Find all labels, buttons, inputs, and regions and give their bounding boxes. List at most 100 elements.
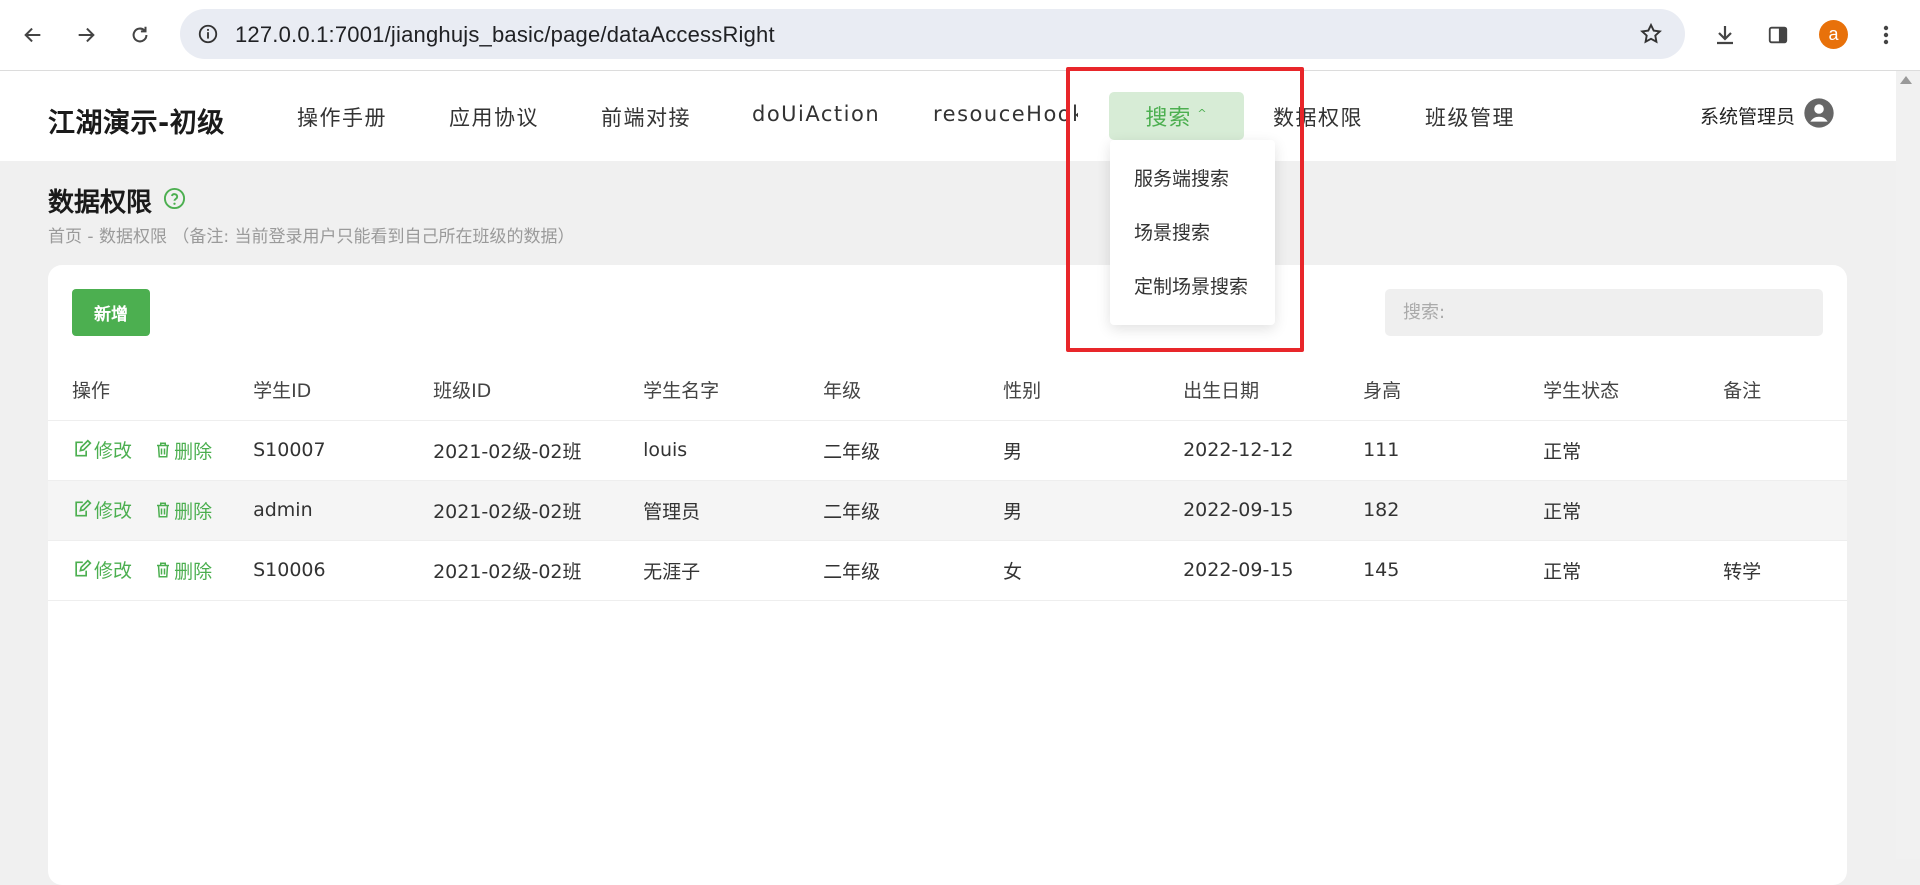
trash-icon — [157, 502, 170, 518]
back-icon[interactable] — [15, 17, 51, 53]
brand-title: 江湖演示-初级 — [48, 108, 225, 139]
trash-icon — [157, 442, 170, 458]
menu-item-protocol[interactable]: 应用协议 — [449, 102, 539, 132]
content-card: 新增 操作 学生ID 班级ID 学生名字 年级 性别 出生日期 身高 学生状态 … — [48, 265, 1847, 885]
menu-item-data-access[interactable]: 数据权限 — [1273, 102, 1363, 132]
cell-class-id: 2021-02级-02班 — [409, 420, 620, 481]
page-scrollbar[interactable] — [1896, 71, 1920, 859]
delete-button[interactable]: 删除 — [154, 437, 212, 464]
forward-icon[interactable] — [68, 17, 104, 53]
download-icon[interactable] — [1707, 17, 1743, 53]
menu-item-manual[interactable]: 操作手册 — [297, 102, 387, 132]
menu-item-search-label: 搜索 — [1145, 106, 1192, 131]
breadcrumb: 首页 - 数据权限 （备注: 当前登录用户只能看到自己所在班级的数据） — [48, 227, 575, 247]
bookmark-star-icon[interactable] — [1637, 20, 1665, 48]
browser-toolbar: 127.0.0.1:7001/jianghujs_basic/page/data… — [0, 0, 1920, 71]
cell-remark — [1699, 420, 1847, 481]
delete-label: 删除 — [174, 500, 213, 523]
delete-label: 删除 — [174, 560, 213, 583]
col-header-student-name: 学生名字 — [619, 360, 800, 421]
cell-gender: 女 — [979, 540, 1160, 601]
menu-item-search[interactable]: 搜索 ^ — [1109, 92, 1244, 140]
col-header-class-id: 班级ID — [409, 360, 620, 421]
menu-item-frontend[interactable]: 前端对接 — [601, 102, 691, 132]
dropdown-item-scene-search[interactable]: 场景搜索 — [1134, 218, 1210, 245]
table-row: 修改 删除 S10007 2021-02级-02班 louis 二年级 男 20… — [48, 420, 1847, 481]
table-row: 修改 删除 admin 2021-02级-02班 管理员 二年级 男 2022-… — [48, 480, 1847, 541]
cell-birth-date: 2022-09-15 — [1159, 540, 1340, 601]
side-panel-icon[interactable] — [1760, 17, 1796, 53]
address-bar[interactable]: 127.0.0.1:7001/jianghujs_basic/page/data… — [180, 9, 1685, 59]
kebab-menu-icon[interactable] — [1868, 17, 1904, 53]
col-header-gender: 性别 — [979, 360, 1160, 421]
cell-student-name: 无涯子 — [619, 540, 800, 601]
user-menu[interactable]: 系统管理员 — [1700, 97, 1835, 133]
cell-birth-date: 2022-12-12 — [1159, 420, 1340, 481]
cell-birth-date: 2022-09-15 — [1159, 480, 1340, 541]
edit-label: 修改 — [94, 499, 133, 522]
profile-avatar[interactable]: a — [1819, 20, 1848, 49]
dropdown-item-server-search[interactable]: 服务端搜索 — [1134, 164, 1229, 191]
user-name: 系统管理员 — [1700, 105, 1796, 128]
cell-status: 正常 — [1519, 540, 1700, 601]
delete-label: 删除 — [174, 440, 213, 463]
cell-student-id: admin — [229, 480, 410, 541]
cell-height: 182 — [1339, 480, 1520, 541]
chevron-up-icon: ^ — [1197, 106, 1208, 120]
row-actions: 修改 删除 — [48, 420, 230, 481]
cell-class-id: 2021-02级-02班 — [409, 540, 620, 601]
url-text: 127.0.0.1:7001/jianghujs_basic/page/data… — [235, 22, 775, 47]
reload-icon[interactable] — [122, 17, 158, 53]
site-info-icon[interactable] — [194, 20, 222, 48]
edit-button[interactable]: 修改 — [72, 436, 132, 463]
edit-button[interactable]: 修改 — [72, 496, 132, 523]
cell-height: 111 — [1339, 420, 1520, 481]
col-header-student-id: 学生ID — [229, 360, 410, 421]
app-header: 江湖演示-初级 操作手册 应用协议 前端对接 doUiAction resouc… — [0, 71, 1896, 161]
col-header-height: 身高 — [1339, 360, 1520, 421]
edit-label: 修改 — [94, 559, 133, 582]
col-header-birth-date: 出生日期 — [1159, 360, 1340, 421]
cell-class-id: 2021-02级-02班 — [409, 480, 620, 541]
table-header-row: 操作 学生ID 班级ID 学生名字 年级 性别 出生日期 身高 学生状态 备注 — [48, 360, 1847, 421]
cell-gender: 男 — [979, 480, 1160, 541]
cell-grade: 二年级 — [799, 420, 980, 481]
cell-grade: 二年级 — [799, 480, 980, 541]
col-header-actions: 操作 — [48, 360, 230, 421]
cell-student-id: S10006 — [229, 540, 410, 601]
scroll-up-arrow-icon[interactable] — [1900, 76, 1912, 84]
cell-height: 145 — [1339, 540, 1520, 601]
table-row: 修改 删除 S10006 2021-02级-02班 无涯子 二年级 女 2022… — [48, 540, 1847, 601]
cell-remark: 转学 — [1699, 540, 1847, 601]
search-input[interactable] — [1385, 289, 1823, 336]
col-header-remark: 备注 — [1699, 360, 1847, 421]
menu-item-resourcehook[interactable]: resouceHook — [933, 102, 1078, 126]
search-dropdown-menu: 服务端搜索 场景搜索 定制场景搜索 — [1110, 140, 1275, 325]
row-actions: 修改 删除 — [48, 540, 230, 601]
delete-button[interactable]: 删除 — [154, 497, 212, 524]
page-title: 数据权限 — [48, 188, 153, 218]
cell-grade: 二年级 — [799, 540, 980, 601]
edit-icon — [75, 439, 92, 457]
edit-icon — [75, 559, 92, 577]
add-button[interactable]: 新增 — [72, 289, 150, 336]
cell-student-name: louis — [619, 420, 800, 481]
data-table: 操作 学生ID 班级ID 学生名字 年级 性别 出生日期 身高 学生状态 备注 … — [48, 360, 1847, 601]
cell-status: 正常 — [1519, 480, 1700, 541]
edit-button[interactable]: 修改 — [72, 556, 132, 583]
cell-student-name: 管理员 — [619, 480, 800, 541]
cell-remark — [1699, 480, 1847, 541]
edit-label: 修改 — [94, 439, 133, 462]
cell-gender: 男 — [979, 420, 1160, 481]
account-circle-icon — [1803, 97, 1835, 133]
cell-student-id: S10007 — [229, 420, 410, 481]
menu-item-douiaction[interactable]: doUiAction — [752, 102, 880, 126]
menu-item-class-management[interactable]: 班级管理 — [1425, 102, 1515, 132]
edit-icon — [75, 499, 92, 517]
col-header-grade: 年级 — [799, 360, 980, 421]
delete-button[interactable]: 删除 — [154, 557, 212, 584]
trash-icon — [157, 562, 170, 578]
dropdown-item-custom-scene-search[interactable]: 定制场景搜索 — [1134, 272, 1248, 299]
cell-status: 正常 — [1519, 420, 1700, 481]
help-circle-icon[interactable] — [163, 187, 186, 214]
